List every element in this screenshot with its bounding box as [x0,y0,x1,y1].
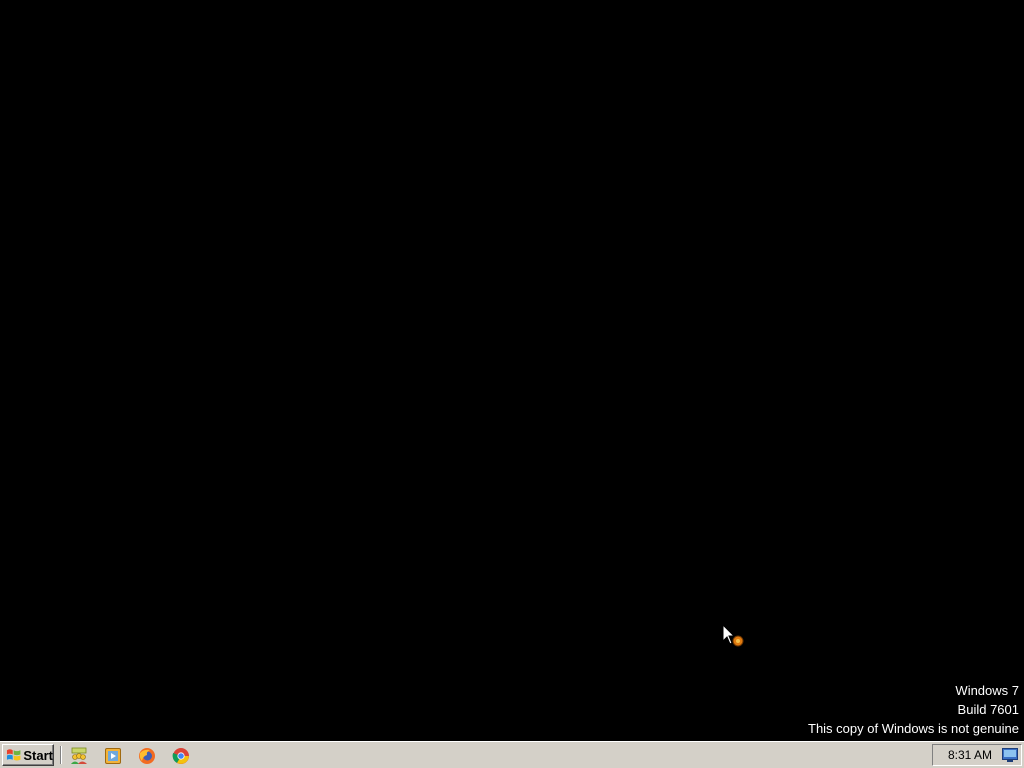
firefox-icon[interactable] [138,747,156,765]
windows-watermark: Windows 7 Build 7601 This copy of Window… [808,681,1019,738]
show-desktop-icon[interactable] [1002,748,1018,762]
watermark-genuine-notice: This copy of Windows is not genuine [808,721,1019,736]
media-player-icon[interactable] [104,747,122,765]
system-tray: 8:31 AM [932,744,1022,766]
start-label: Start [23,747,53,763]
chrome-icon[interactable] [172,747,190,765]
taskbar-separator [60,746,62,764]
watermark-build: Build 7601 [957,702,1019,717]
watermark-os-name: Windows 7 [955,683,1019,698]
windows-logo-icon [6,749,21,761]
clock[interactable]: 8:31 AM [948,748,992,762]
network-users-icon[interactable] [70,747,88,765]
arrow-busy-cursor-icon [722,624,744,647]
start-button[interactable]: Start [2,744,54,766]
taskbar: Start 8:31 AM [0,741,1024,768]
desktop[interactable]: Windows 7 Build 7601 This copy of Window… [0,0,1024,741]
